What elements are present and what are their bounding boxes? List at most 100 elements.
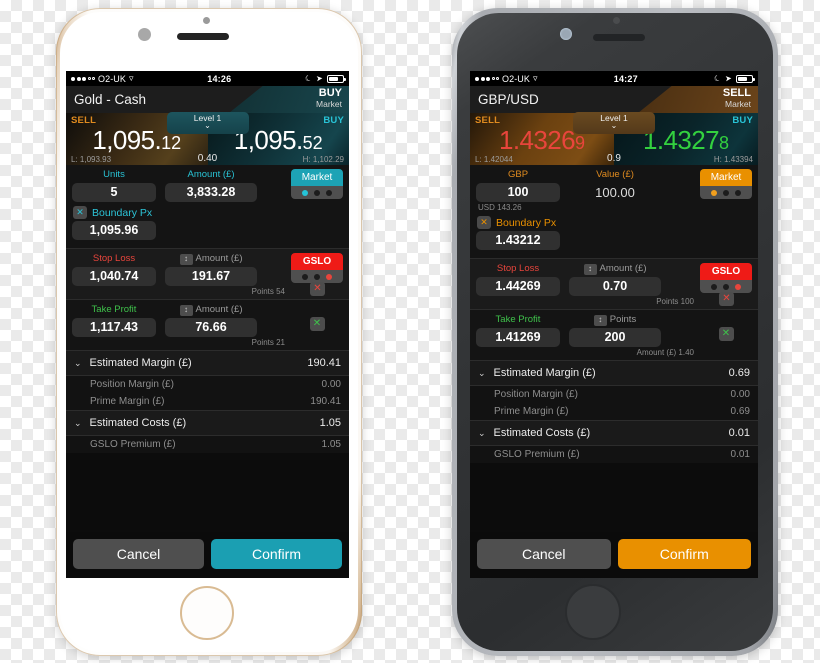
stop-loss-remove-toggle[interactable]: ✕ <box>719 292 734 306</box>
unit-toggle-icon[interactable]: ↕ <box>593 314 607 326</box>
unit-toggle-icon[interactable]: ↕ <box>179 304 193 316</box>
value-label: Value (£) <box>596 169 634 180</box>
boundary-px-label: Boundary Px <box>92 206 153 219</box>
take-profit-remove-toggle[interactable]: ✕ <box>309 317 325 331</box>
boundary-px-input[interactable]: 1.43212 <box>476 231 560 250</box>
level-selector[interactable]: Level 1 ⌄ <box>166 112 249 134</box>
amount-input[interactable]: 3,833.28 <box>165 183 257 202</box>
gslo-premium-row: GSLO Premium (£) 1.05 <box>66 436 349 453</box>
stop-loss-amount-input[interactable]: 0.70 <box>569 277 661 296</box>
home-button-right[interactable] <box>565 584 621 640</box>
take-profit-field-group[interactable]: Take Profit 1,117.43 <box>72 304 156 337</box>
position-margin-value: 0.00 <box>321 379 341 390</box>
quantity-label: Units <box>103 169 125 180</box>
order-direction-badge[interactable]: BUY Market <box>316 87 342 108</box>
estimated-margin-row[interactable]: ⌄ Estimated Margin (£) 0.69 <box>470 361 758 385</box>
amount-field-group[interactable]: Amount (£) 3,833.28 <box>165 169 257 202</box>
stop-loss-field-group[interactable]: Stop Loss 1,040.74 <box>72 253 156 286</box>
gslo-premium-label: GSLO Premium (£) <box>494 449 580 460</box>
prime-margin-value: 0.69 <box>730 406 750 417</box>
order-type-selector[interactable]: Market <box>291 169 343 199</box>
stop-loss-label: Stop Loss <box>496 263 540 274</box>
stop-loss-input[interactable]: 1,040.74 <box>72 267 156 286</box>
boundary-px-field-group[interactable]: 1,095.96 <box>72 221 156 240</box>
take-profit-toggle-wrap: ✕ <box>291 304 343 331</box>
chevron-down-icon: ⌄ <box>204 120 211 130</box>
stop-loss-field-group[interactable]: Stop Loss 1.44269 <box>476 263 560 296</box>
take-profit-remove-toggle[interactable]: ✕ <box>718 327 734 341</box>
take-profit-input[interactable]: 1,117.43 <box>72 318 156 337</box>
gslo-button-label: GSLO <box>291 253 343 270</box>
order-direction-label: SELL <box>722 87 751 99</box>
gslo-premium-value: 1.05 <box>321 439 341 450</box>
amount-label: Amount (£) <box>187 169 235 180</box>
footer-right: Cancel Confirm <box>470 532 758 578</box>
stop-loss-amount-group[interactable]: ↕ Amount (£) 191.67 <box>165 253 257 286</box>
sell-price-minor: 9 <box>574 133 585 153</box>
quantity-field-group[interactable]: GBP 100 <box>476 169 560 202</box>
position-margin-row: Position Margin (£) 0.00 <box>470 386 758 403</box>
quantity-input[interactable]: 100 <box>476 183 560 202</box>
screen-left: O2-UK ▿ 14:26 ☾ ➤ Gold - Cash BUY Market… <box>66 71 349 578</box>
boundary-px-checkbox[interactable]: ✕ <box>477 216 491 229</box>
gslo-selector[interactable]: GSLO <box>700 263 752 293</box>
sell-price-major: 1,095. <box>92 125 162 155</box>
unit-toggle-icon[interactable]: ↕ <box>583 263 597 275</box>
location-arrow-icon: ➤ <box>315 73 324 84</box>
battery-icon <box>327 74 346 83</box>
confirm-button[interactable]: Confirm <box>617 539 751 569</box>
spread-value: 0.9 <box>607 153 621 164</box>
price-strip-left: SELL 1,095.12 L: 1,093.93 BUY 1,095.52 H… <box>66 112 349 165</box>
position-margin-row: Position Margin (£) 0.00 <box>66 376 349 393</box>
cancel-button[interactable]: Cancel <box>73 539 204 569</box>
quantity-label: GBP <box>507 169 529 180</box>
take-profit-amount-note: Amount (£) 1.40 <box>636 348 694 357</box>
do-not-disturb-icon: ☾ <box>303 73 314 84</box>
boundary-px-field-group[interactable]: 1.43212 <box>476 231 560 250</box>
boundary-px-checkbox-row[interactable]: ✕ Boundary Px <box>73 206 152 219</box>
take-profit-amount-input[interactable]: 76.66 <box>165 318 257 337</box>
take-profit-field-group[interactable]: Take Profit 1.41269 <box>476 314 560 347</box>
confirm-button[interactable]: Confirm <box>211 539 342 569</box>
take-profit-points-group[interactable]: ↕ Points 200 <box>569 314 661 347</box>
boundary-px-checkbox[interactable]: ✕ <box>73 206 87 219</box>
prime-margin-row: Prime Margin (£) 190.41 <box>66 393 349 410</box>
unit-toggle-icon[interactable]: ↕ <box>179 253 193 265</box>
clock-label: 14:26 <box>207 73 232 84</box>
boundary-px-input[interactable]: 1,095.96 <box>72 221 156 240</box>
home-button-left[interactable] <box>180 586 234 640</box>
stop-loss-remove-toggle[interactable]: ✕ <box>310 282 325 296</box>
stop-loss-input[interactable]: 1.44269 <box>476 277 560 296</box>
order-type-dots[interactable] <box>291 186 343 199</box>
estimated-margin-row[interactable]: ⌄ Estimated Margin (£) 190.41 <box>66 351 349 375</box>
day-high-label: H: 1,102.29 <box>302 155 344 164</box>
order-type-selector[interactable]: Market <box>700 169 752 199</box>
order-type-dots[interactable] <box>700 186 752 199</box>
stop-loss-amount-group[interactable]: ↕ Amount (£) 0.70 <box>569 263 661 296</box>
take-profit-input[interactable]: 1.41269 <box>476 328 560 347</box>
take-profit-amount-group[interactable]: ↕ Amount (£) 76.66 <box>165 304 257 337</box>
order-direction-badge[interactable]: SELL Market <box>722 87 751 108</box>
buy-price-minor: 52 <box>302 133 323 153</box>
status-bar-right: O2-UK ▿ 14:27 ☾ ➤ <box>470 71 758 86</box>
day-low-label: L: 1,093.93 <box>71 155 112 164</box>
spacer <box>470 463 758 532</box>
stop-loss-amount-input[interactable]: 191.67 <box>165 267 257 286</box>
stop-loss-section-right: Stop Loss 1.44269 ↕ Amount (£) 0.70 GSLO… <box>470 259 758 309</box>
boundary-px-checkbox-row[interactable]: ✕ Boundary Px <box>477 216 556 229</box>
price-strip-right: SELL 1.43269 L: 1.42044 BUY 1.43278 H: 1… <box>470 112 758 165</box>
signal-strength-icon <box>475 76 499 81</box>
level-selector[interactable]: Level 1 ⌄ <box>573 112 655 134</box>
prime-margin-row: Prime Margin (£) 0.69 <box>470 403 758 420</box>
cancel-button[interactable]: Cancel <box>477 539 611 569</box>
day-high-label: H: 1.43394 <box>713 155 753 164</box>
take-profit-section-right: Take Profit 1.41269 ↕ Points 200 ✕ Amoun… <box>470 310 758 360</box>
quantity-field-group[interactable]: Units 5 <box>72 169 156 202</box>
gslo-selector[interactable]: GSLO <box>291 253 343 283</box>
order-size-section-left: Units 5 Amount (£) 3,833.28 Market ✕ Bou… <box>66 165 349 248</box>
take-profit-points-input[interactable]: 200 <box>569 328 661 347</box>
quantity-input[interactable]: 5 <box>72 183 156 202</box>
take-profit-section-left: Take Profit 1,117.43 ↕ Amount (£) 76.66 … <box>66 300 349 350</box>
estimated-costs-row[interactable]: ⌄ Estimated Costs (£) 1.05 <box>66 411 349 435</box>
estimated-costs-row[interactable]: ⌄ Estimated Costs (£) 0.01 <box>470 421 758 445</box>
